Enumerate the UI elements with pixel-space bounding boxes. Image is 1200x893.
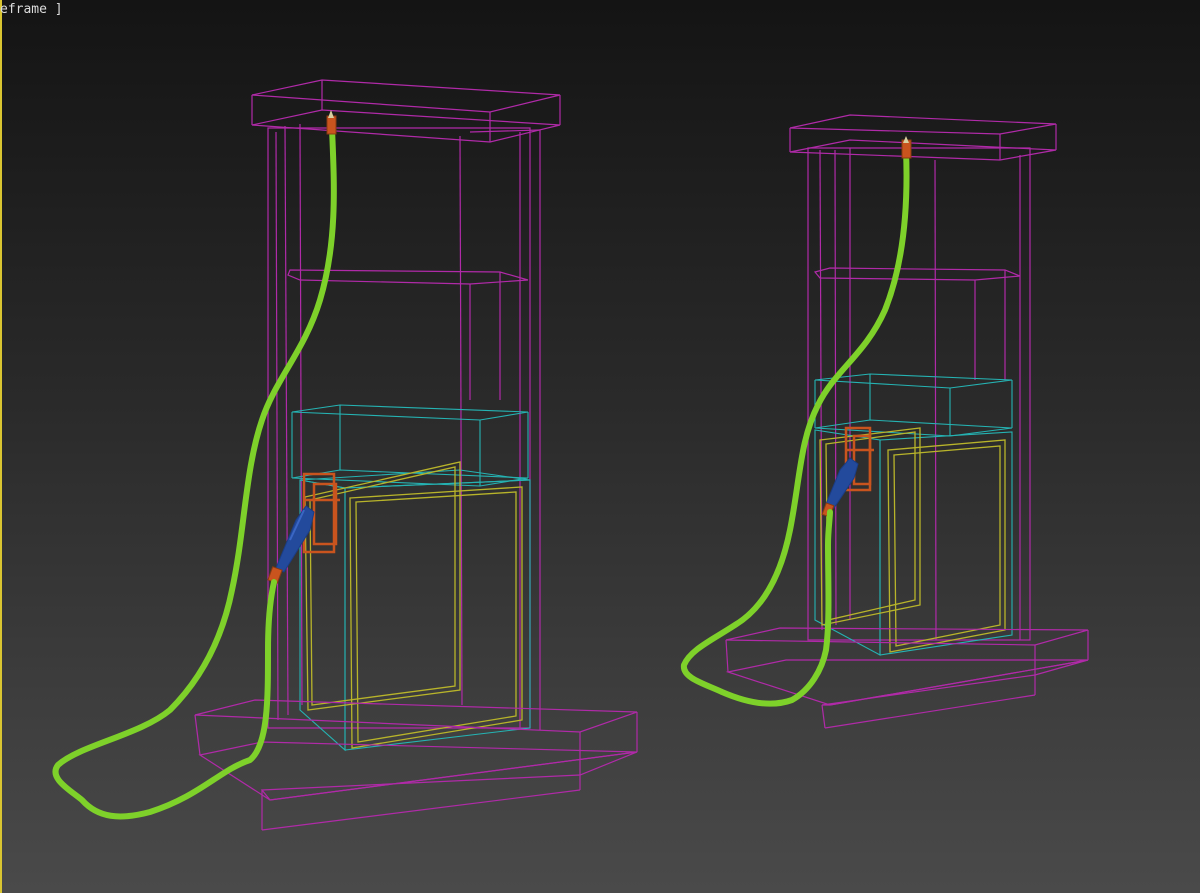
pump-left-hose-top-fitting: [326, 115, 337, 135]
fuel-pump-left[interactable]: [52, 79, 638, 831]
pump-left-column: [267, 123, 541, 730]
pump-right-panel: [814, 373, 1013, 656]
pump-left-base: [194, 699, 638, 831]
viewport[interactable]: eframe ]: [0, 0, 1200, 893]
pump-right-nozzle: [821, 457, 859, 518]
pump-right-column: [807, 147, 1031, 641]
pump-right-top-cap: [789, 114, 1057, 161]
fuel-pump-right[interactable]: [681, 114, 1089, 729]
pump-left-panel: [291, 404, 531, 752]
pump-left-nozzle: [267, 505, 315, 584]
pump-right-hose: [681, 147, 910, 707]
pump-right-base: [725, 627, 1089, 729]
scene-canvas[interactable]: [0, 0, 1200, 893]
pump-left-top-cap: [251, 79, 561, 143]
